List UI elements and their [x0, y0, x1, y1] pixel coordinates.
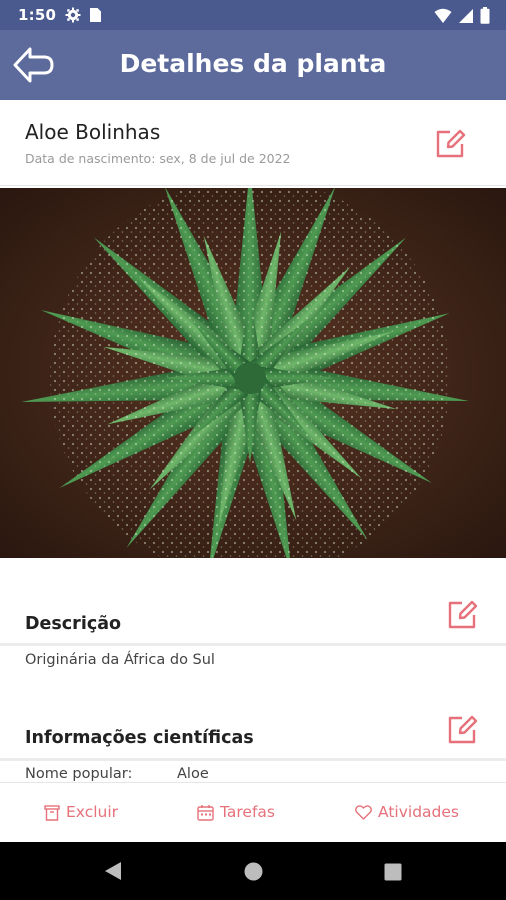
trash-icon	[44, 804, 60, 821]
description-title: Descrição	[25, 614, 122, 634]
gear-icon	[65, 7, 81, 23]
scientific-row: Nome popular: Aloe	[25, 766, 209, 782]
section-divider	[0, 758, 506, 761]
calendar-icon	[197, 804, 214, 821]
bottom-action-bar: Excluir Tarefas Atividades	[0, 782, 506, 842]
plant-photo	[0, 188, 506, 558]
signal-icon	[459, 8, 473, 23]
description-text: Originária da África do Sul	[25, 652, 215, 668]
delete-button[interactable]: Excluir	[44, 803, 118, 821]
back-triangle-icon[interactable]	[103, 861, 123, 881]
status-time: 1:50	[18, 6, 57, 24]
birth-date-label: Data de nascimento:	[25, 151, 156, 166]
edit-plant-icon[interactable]	[434, 126, 468, 160]
recents-square-icon[interactable]	[384, 863, 402, 881]
tasks-label: Tarefas	[220, 803, 275, 821]
plant-name: Aloe Bolinhas	[25, 120, 161, 144]
tasks-button[interactable]: Tarefas	[197, 803, 275, 821]
activities-button[interactable]: Atividades	[355, 803, 459, 821]
battery-icon	[480, 7, 490, 24]
delete-label: Excluir	[66, 803, 119, 821]
birth-date-value: sex, 8 de jul de 2022	[159, 151, 291, 166]
section-divider	[0, 643, 506, 646]
popular-name-label: Nome popular:	[25, 766, 133, 782]
plant-header-card: Aloe Bolinhas Data de nascimento: sex, 8…	[0, 100, 506, 186]
wifi-icon	[434, 8, 452, 23]
sim-card-icon	[90, 8, 101, 22]
home-circle-icon[interactable]	[244, 862, 263, 881]
edit-scientific-icon[interactable]	[446, 712, 480, 746]
heart-icon	[355, 804, 372, 820]
popular-name-value: Aloe	[177, 766, 209, 782]
status-right-icons	[434, 7, 490, 24]
page-title: Detalhes da planta	[119, 49, 387, 78]
status-left-icons	[65, 7, 102, 23]
activities-label: Atividades	[378, 803, 459, 821]
edit-description-icon[interactable]	[446, 597, 480, 631]
app-bar: Detalhes da planta	[0, 30, 506, 100]
scientific-info-title: Informações científicas	[25, 728, 254, 748]
system-nav-bar	[0, 842, 506, 900]
aloe-plant-image	[0, 188, 506, 558]
birth-date-row: Data de nascimento: sex, 8 de jul de 202…	[25, 151, 291, 166]
status-bar: 1:50	[0, 0, 506, 30]
